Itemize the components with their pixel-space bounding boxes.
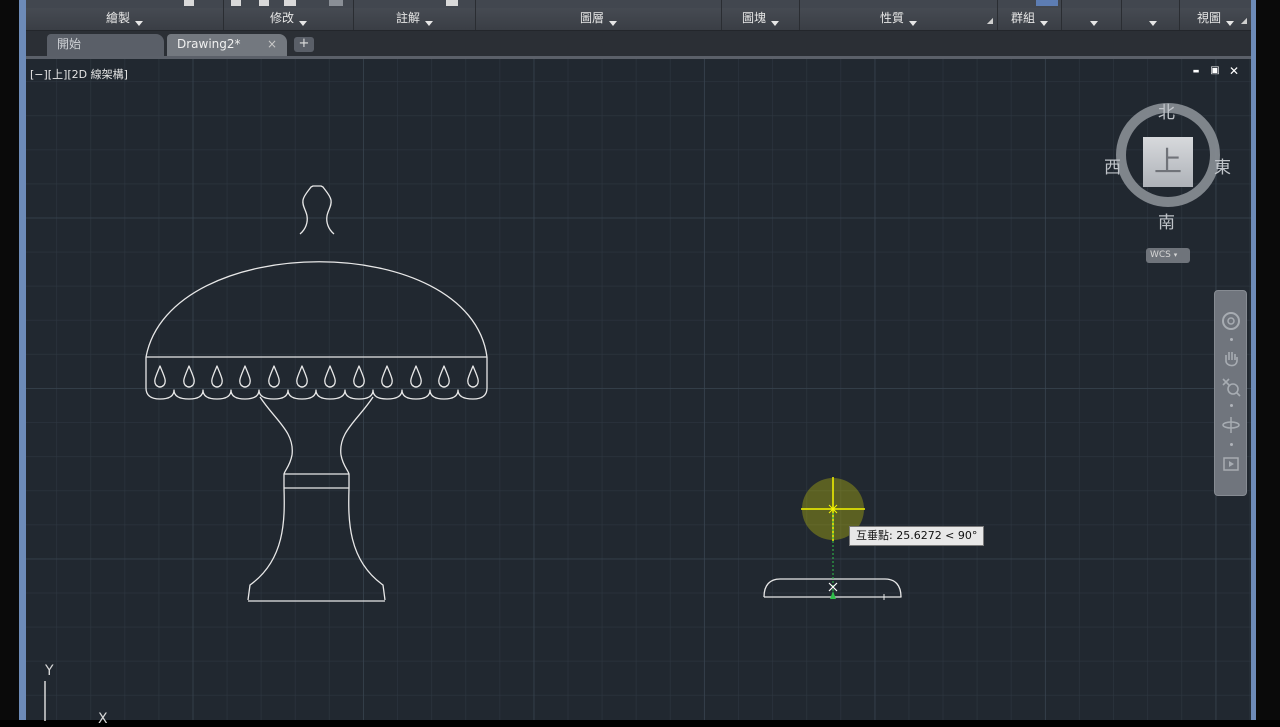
panel-layers[interactable]: 圖層 [476, 0, 722, 30]
navigation-bar [1214, 290, 1247, 496]
wcs-label: WCS [1150, 250, 1171, 260]
lamp-fringe-frame [145, 357, 488, 388]
wcs-menu[interactable]: WCS ▾ [1146, 248, 1190, 263]
file-tab-bar: 開始 Drawing2* × + [26, 31, 1251, 59]
window-border-right [1251, 0, 1256, 720]
ucs-x-label: X [98, 711, 108, 727]
panel-groups[interactable]: 群組 [998, 0, 1062, 30]
panel-modify-label: 修改 [269, 11, 294, 25]
chevron-down-icon [425, 21, 433, 26]
chevron-down-icon [1040, 21, 1048, 26]
close-icon[interactable]: × [267, 34, 277, 55]
dialog-launcher-icon[interactable]: ◢ [987, 16, 993, 25]
ribbon: 繪製 修改 註解 圖層 圖塊 性質 ◢ 群組 視圖 ◢ [26, 0, 1251, 31]
lamp-stem-right [340, 396, 386, 601]
chevron-down-icon [1149, 21, 1157, 26]
panel-draw-label: 繪製 [105, 11, 130, 25]
compass-east[interactable]: 東 [1214, 153, 1231, 178]
lamp-finial [301, 183, 319, 234]
panel-properties[interactable]: 性質 ◢ [800, 0, 998, 30]
viewcube[interactable]: 上 北 南 東 西 WCS ▾ [1104, 98, 1232, 263]
lamp-finial-outline [299, 185, 335, 235]
panel-properties-label: 性質 [879, 11, 904, 25]
panel-view-label: 視圖 [1196, 11, 1221, 25]
tab-start[interactable]: 開始 [47, 34, 164, 56]
panel-clipboard[interactable] [1122, 0, 1180, 30]
panel-block[interactable]: 圖塊 [722, 0, 800, 30]
tab-drawing2-label: Drawing2* [177, 37, 241, 51]
chevron-down-icon [135, 21, 143, 26]
showmotion-icon[interactable] [1221, 454, 1241, 474]
panel-layers-label: 圖層 [579, 11, 604, 25]
panel-utilities[interactable] [1062, 0, 1122, 30]
lamp-scallop-edge [145, 387, 488, 400]
pan-hand-icon[interactable] [1221, 349, 1241, 369]
nav-separator [1230, 338, 1233, 341]
screen-border-right [1256, 0, 1280, 720]
panel-view[interactable]: 視圖 ◢ [1180, 0, 1251, 30]
dialog-launcher-icon[interactable]: ◢ [1241, 16, 1247, 25]
panel-annotation[interactable]: 註解 [354, 0, 476, 30]
chevron-down-icon [1226, 21, 1234, 26]
drawing-geometry[interactable] [26, 59, 1251, 720]
snap-arrow [830, 591, 836, 599]
osnap-tooltip: 互垂點: 25.6272 < 90° [849, 526, 985, 546]
chevron-down-icon [609, 21, 617, 26]
chevron-down-icon [1090, 21, 1098, 26]
nav-separator [1230, 404, 1233, 407]
chevron-down-icon [909, 21, 917, 26]
lamp-stem-left [247, 396, 293, 601]
drawing-canvas[interactable]: [−][上][2D 線架構] ▬ ▣ ✕ 上 北 南 東 西 WCS ▾ Y X… [26, 59, 1251, 727]
chevron-down-icon [299, 21, 307, 26]
new-tab-button[interactable]: + [294, 37, 314, 52]
nav-separator [1230, 443, 1233, 446]
ucs-y-label: Y [45, 663, 54, 679]
steering-wheel-icon[interactable] [1221, 311, 1241, 331]
orbit-icon[interactable] [1221, 415, 1241, 435]
compass-south[interactable]: 南 [1158, 208, 1175, 233]
lamp-dome [145, 261, 488, 358]
compass-north[interactable]: 北 [1158, 98, 1175, 123]
chevron-down-icon [771, 21, 779, 26]
tab-drawing2[interactable]: Drawing2* × [167, 34, 287, 56]
compass-west[interactable]: 西 [1104, 153, 1121, 178]
panel-annotation-label: 註解 [395, 11, 420, 25]
tab-start-label: 開始 [57, 37, 82, 51]
zoom-icon[interactable] [1221, 377, 1241, 397]
viewcube-top-face[interactable]: 上 [1143, 137, 1193, 187]
window-border-left [19, 0, 26, 720]
panel-groups-label: 群組 [1010, 11, 1035, 25]
panel-draw[interactable]: 繪製 [26, 0, 224, 30]
panel-modify[interactable]: 修改 [224, 0, 354, 30]
lamp-teardrops [154, 365, 479, 388]
screen-border-left [0, 0, 19, 720]
panel-block-label: 圖塊 [741, 11, 766, 25]
